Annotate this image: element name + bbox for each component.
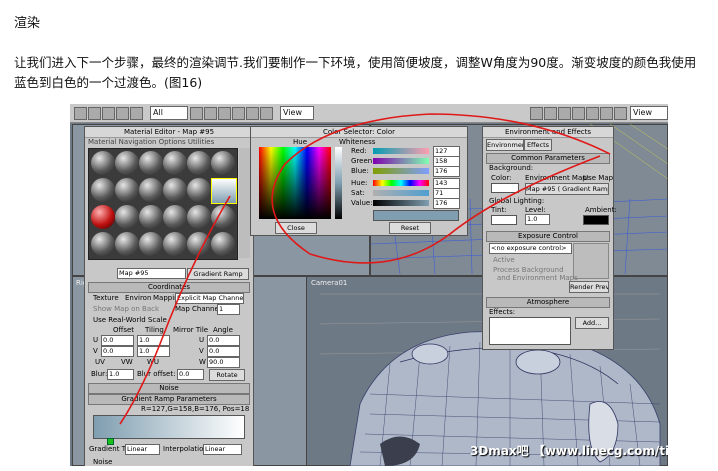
section-heading: 渲染 bbox=[14, 16, 41, 31]
annotation-arrows bbox=[119, 113, 611, 425]
body-paragraph: 让我们进入下一个步骤，最终的渲染调节.我们要制作一下环境，使用简便坡度，调整W角… bbox=[14, 55, 697, 90]
screenshot-figure: All View View Right Camera01 bbox=[70, 104, 668, 466]
watermark: 3Dmax吧 【www.linecg.com/tieba/1771】 bbox=[470, 444, 668, 458]
